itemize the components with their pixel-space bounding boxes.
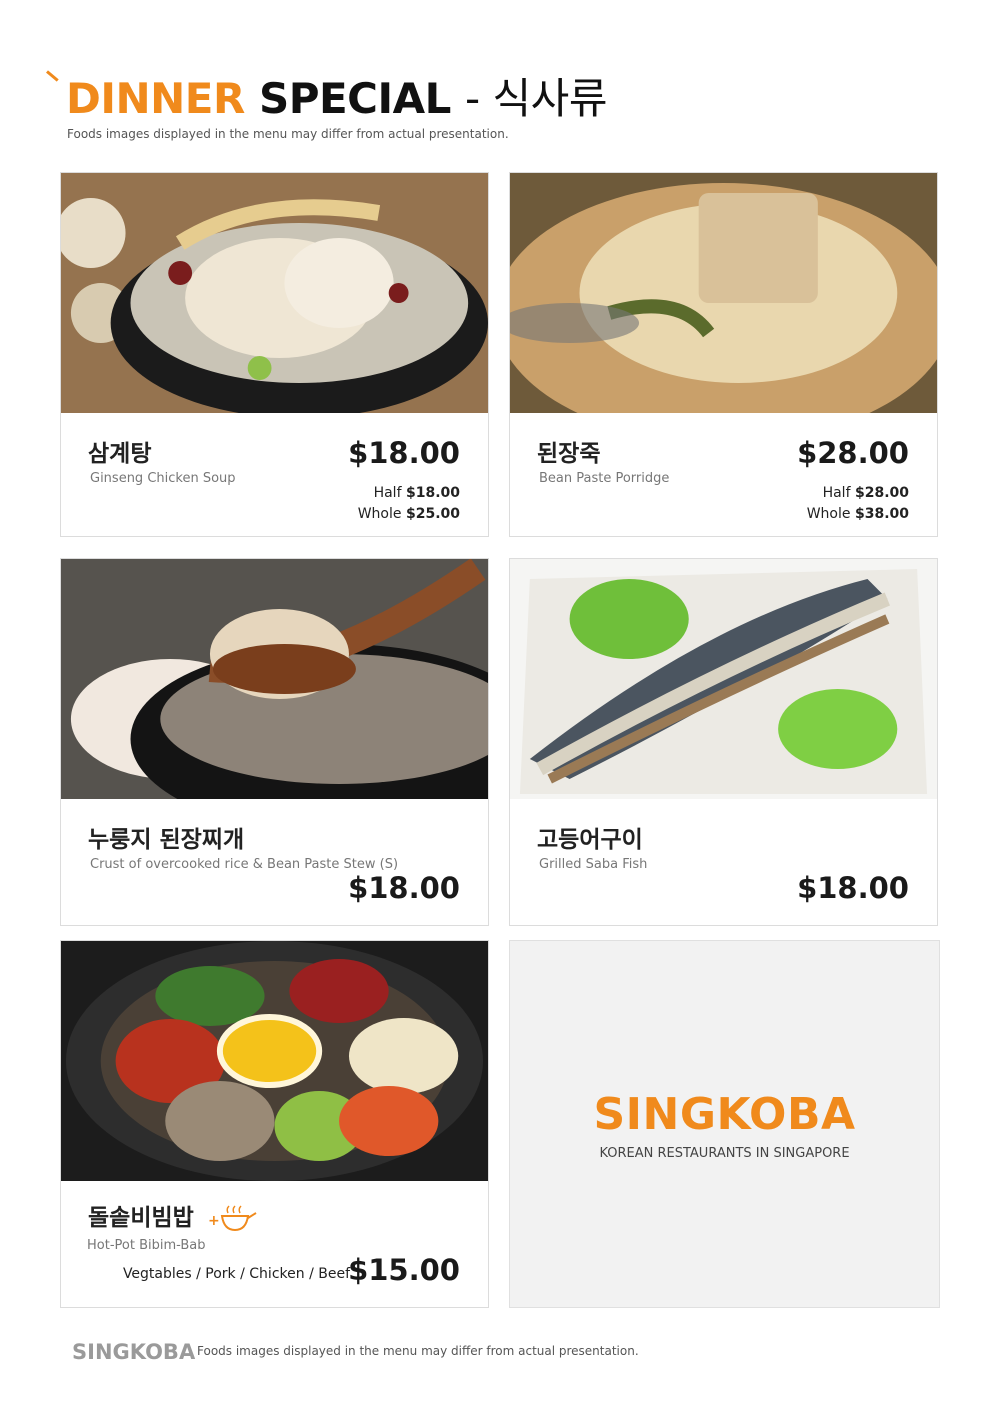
title-dinner: DINNER [66, 74, 245, 123]
half-price-row: Half $18.00 [374, 485, 460, 501]
footer-brand: SINGKOBA [72, 1340, 196, 1364]
food-photo [61, 559, 488, 799]
item-name-english: Crust of overcooked rice & Bean Paste St… [90, 857, 399, 872]
item-price: $18.00 [797, 871, 909, 905]
food-photo [61, 173, 488, 413]
item-variants: Vegtables / Pork / Chicken / Beef [122, 1266, 350, 1282]
item-name-korean: 삼계탕 [88, 441, 152, 467]
whole-price-row: Whole $25.00 [358, 506, 460, 522]
half-price-row: Half $28.00 [823, 485, 909, 501]
svg-text:+: + [208, 1213, 220, 1229]
item-price: $18.00 [348, 436, 460, 470]
item-name-english: Bean Paste Porridge [539, 471, 670, 486]
hot-pot-icon: + [208, 1204, 257, 1231]
item-name-english: Ginseng Chicken Soup [90, 471, 236, 486]
menu-item-grilled-mackerel[interactable]: 고등어구이 Grilled Saba Fish $18.00 [509, 558, 938, 926]
whole-label: Whole [806, 506, 851, 522]
item-name-english: Grilled Saba Fish [539, 857, 648, 872]
item-price: $18.00 [348, 871, 460, 905]
item-name-korean: 고등어구이 [537, 827, 643, 853]
accent-tick [46, 70, 59, 82]
item-name-korean-row: 돌솥비빔밥 + [88, 1198, 258, 1234]
brand-logo: SINGKOBA [593, 1089, 856, 1140]
half-price: $18.00 [405, 485, 460, 501]
title-korean: - 식사류 [465, 74, 607, 123]
item-name-korean: 된장죽 [537, 441, 601, 467]
half-price: $28.00 [854, 485, 909, 501]
whole-label: Whole [357, 506, 402, 522]
half-label: Half [373, 485, 402, 501]
title-special: SPECIAL [258, 74, 451, 123]
food-photo [510, 559, 937, 799]
menu-item-doenjangjuk[interactable]: 된장죽 Bean Paste Porridge $28.00 Half $28.… [509, 172, 938, 537]
menu-item-dolsot-bibimbap[interactable]: 돌솥비빔밥 + Hot-Pot Bibim-Bab Vegtables / Po… [60, 940, 489, 1308]
brand-tagline: KOREAN RESTAURANTS IN SINGAPORE [599, 1146, 850, 1161]
food-photo [61, 941, 488, 1181]
disclaimer: Foods images displayed in the menu may d… [67, 127, 509, 141]
whole-price: $38.00 [854, 506, 909, 522]
whole-price: $25.00 [405, 506, 460, 522]
half-label: Half [822, 485, 851, 501]
item-price: $15.00 [348, 1253, 460, 1287]
item-name-korean: 돌솥비빔밥 [88, 1205, 194, 1231]
item-price: $28.00 [797, 436, 909, 470]
page-title: DINNER SPECIAL - 식사류 [66, 72, 607, 126]
footer-disclaimer: Foods images displayed in the menu may d… [197, 1344, 639, 1358]
food-photo [510, 173, 937, 413]
brand-panel: SINGKOBA KOREAN RESTAURANTS IN SINGAPORE [509, 940, 940, 1308]
menu-item-nurungji-stew[interactable]: 누룽지 된장찌개 Crust of overcooked rice & Bean… [60, 558, 489, 926]
item-name-korean: 누룽지 된장찌개 [88, 827, 245, 853]
item-name-english: Hot-Pot Bibim-Bab [87, 1238, 206, 1253]
whole-price-row: Whole $38.00 [807, 506, 909, 522]
menu-item-samgyetang[interactable]: 삼계탕 Ginseng Chicken Soup $18.00 Half $18… [60, 172, 489, 537]
